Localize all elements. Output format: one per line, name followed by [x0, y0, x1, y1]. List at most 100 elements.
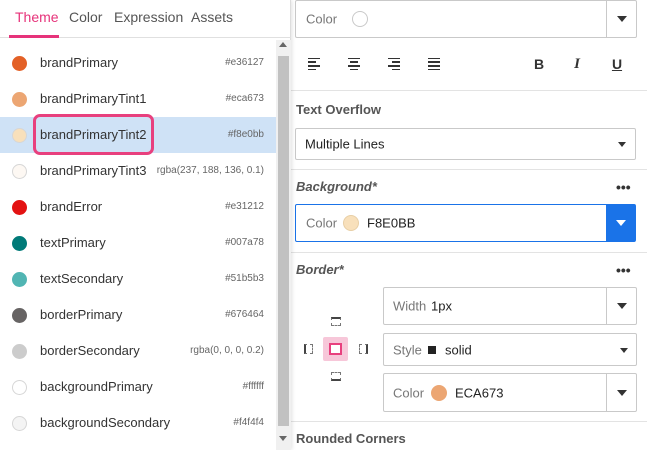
theme-color-name: brandPrimaryTint1 [40, 91, 147, 106]
theme-color-value: #ffffff [242, 381, 264, 392]
border-top-icon[interactable] [331, 317, 341, 326]
tab-color[interactable]: Color [69, 9, 102, 25]
theme-color-row[interactable]: backgroundPrimary #ffffff [0, 369, 276, 405]
chevron-down-icon [615, 220, 626, 226]
theme-color-row[interactable]: borderSecondary rgba(0, 0, 0, 0.2) [0, 333, 276, 369]
theme-color-value: #007a78 [225, 237, 264, 248]
chevron-down-icon [616, 16, 627, 22]
bold-icon[interactable]: B [527, 52, 551, 76]
theme-color-row[interactable]: brandPrimaryTint3 rgba(237, 188, 136, 0.1… [0, 153, 276, 189]
border-left-icon[interactable] [304, 344, 313, 354]
properties-panel: Color B I U Text Overflow Multiple Lines… [287, 0, 647, 450]
scroll-down-icon[interactable] [279, 436, 287, 441]
border-color-field[interactable]: Color ECA673 [383, 373, 637, 412]
background-color-label: Color [306, 215, 338, 231]
border-color-dropdown-button[interactable] [606, 374, 636, 411]
popover-tabs: Theme Color Expression Assets [0, 0, 291, 38]
rounded-corners-title: Rounded Corners [296, 431, 406, 446]
theme-color-row[interactable]: borderPrimary #676464 [0, 297, 276, 333]
border-width-field[interactable]: Width 1px [383, 287, 637, 325]
background-title: Background* [296, 179, 377, 194]
background-color-swatch [343, 215, 359, 231]
theme-color-value: #e31212 [225, 201, 264, 212]
text-color-dropdown-button[interactable] [606, 1, 636, 37]
theme-color-value: #676464 [225, 309, 264, 320]
theme-color-row[interactable]: textPrimary #007a78 [0, 225, 276, 261]
color-swatch [12, 236, 27, 251]
border-more-icon[interactable]: ••• [616, 262, 631, 278]
align-center-icon[interactable] [342, 52, 366, 76]
theme-color-row[interactable]: textSecondary #51b5b3 [0, 261, 276, 297]
tab-theme[interactable]: Theme [15, 9, 59, 25]
theme-color-row[interactable]: backgroundSecondary #f4f4f4 [0, 405, 276, 441]
theme-color-name: textSecondary [40, 271, 124, 286]
align-left-icon[interactable] [302, 52, 326, 76]
background-color-dropdown-button[interactable] [606, 205, 635, 241]
theme-color-name: borderSecondary [40, 343, 140, 358]
theme-color-value: #f8e0bb [227, 129, 264, 140]
color-swatch [12, 272, 27, 287]
color-swatch [12, 56, 27, 71]
theme-color-name: textPrimary [40, 235, 106, 250]
color-swatch [12, 92, 27, 107]
theme-color-row[interactable]: brandError #e31212 [0, 189, 276, 225]
text-color-field[interactable]: Color [295, 0, 637, 38]
chevron-down-icon [616, 303, 627, 309]
text-color-swatch [352, 11, 368, 27]
theme-color-row[interactable]: brandPrimaryTint1 #eca673 [0, 81, 276, 117]
border-style-label: Style [393, 342, 422, 357]
theme-color-row[interactable]: brandPrimary #e36127 [0, 45, 276, 81]
chevron-down-icon [620, 348, 628, 353]
border-color-swatch [431, 384, 447, 401]
align-justify-icon[interactable] [422, 52, 446, 76]
border-style-select[interactable]: Style solid [383, 333, 637, 366]
align-right-icon[interactable] [382, 52, 406, 76]
color-swatch [12, 128, 27, 143]
background-more-icon[interactable]: ••• [616, 179, 631, 195]
theme-color-popover: Theme Color Expression Assets brandPrima… [0, 0, 291, 450]
active-tab-indicator [9, 35, 59, 38]
theme-color-name: brandError [40, 199, 103, 214]
border-right-icon[interactable] [359, 344, 368, 354]
text-color-label: Color [306, 11, 338, 27]
border-width-label: Width [393, 298, 427, 314]
color-swatch [12, 344, 27, 359]
theme-color-value: #e36127 [225, 57, 264, 68]
theme-color-value: #f4f4f4 [233, 417, 264, 428]
theme-color-value: rgba(0, 0, 0, 0.2) [190, 345, 264, 356]
text-overflow-title: Text Overflow [296, 102, 382, 117]
theme-color-list: brandPrimary #e36127 brandPrimaryTint1 #eca… [0, 45, 276, 441]
border-color-value: ECA673 [455, 385, 504, 400]
theme-color-name: backgroundPrimary [40, 379, 153, 394]
chevron-down-icon [618, 142, 626, 147]
tab-expression[interactable]: Expression [114, 9, 183, 25]
italic-icon[interactable]: I [565, 52, 589, 76]
theme-color-name: brandPrimaryTint3 [40, 163, 147, 178]
theme-color-name: backgroundSecondary [40, 415, 171, 430]
theme-color-name: borderPrimary [40, 307, 123, 322]
border-title: Border* [296, 262, 344, 277]
color-swatch [12, 308, 27, 323]
tab-assets[interactable]: Assets [191, 9, 233, 25]
theme-color-value: #51b5b3 [225, 273, 264, 284]
color-swatch [12, 164, 27, 179]
border-all-icon[interactable] [323, 337, 348, 361]
border-width-value: 1px [431, 298, 452, 314]
border-bottom-icon[interactable] [331, 372, 341, 381]
theme-color-value: rgba(237, 188, 136, 0.1) [156, 165, 264, 176]
underline-icon[interactable]: U [605, 52, 629, 76]
border-style-value: solid [445, 342, 472, 357]
highlight-box [33, 114, 154, 155]
border-color-label: Color [393, 385, 425, 400]
text-overflow-select[interactable]: Multiple Lines [295, 128, 636, 160]
color-swatch [12, 416, 27, 431]
theme-color-name: brandPrimary [40, 55, 119, 70]
border-width-dropdown-button[interactable] [606, 288, 636, 324]
theme-color-value: #eca673 [225, 93, 264, 104]
scroll-up-icon[interactable] [279, 42, 287, 47]
scrollbar-thumb[interactable] [278, 56, 289, 426]
border-side-picker [301, 312, 371, 382]
color-swatch [12, 200, 27, 215]
solid-square-icon [428, 346, 436, 354]
background-color-field[interactable]: Color F8E0BB [295, 204, 636, 242]
